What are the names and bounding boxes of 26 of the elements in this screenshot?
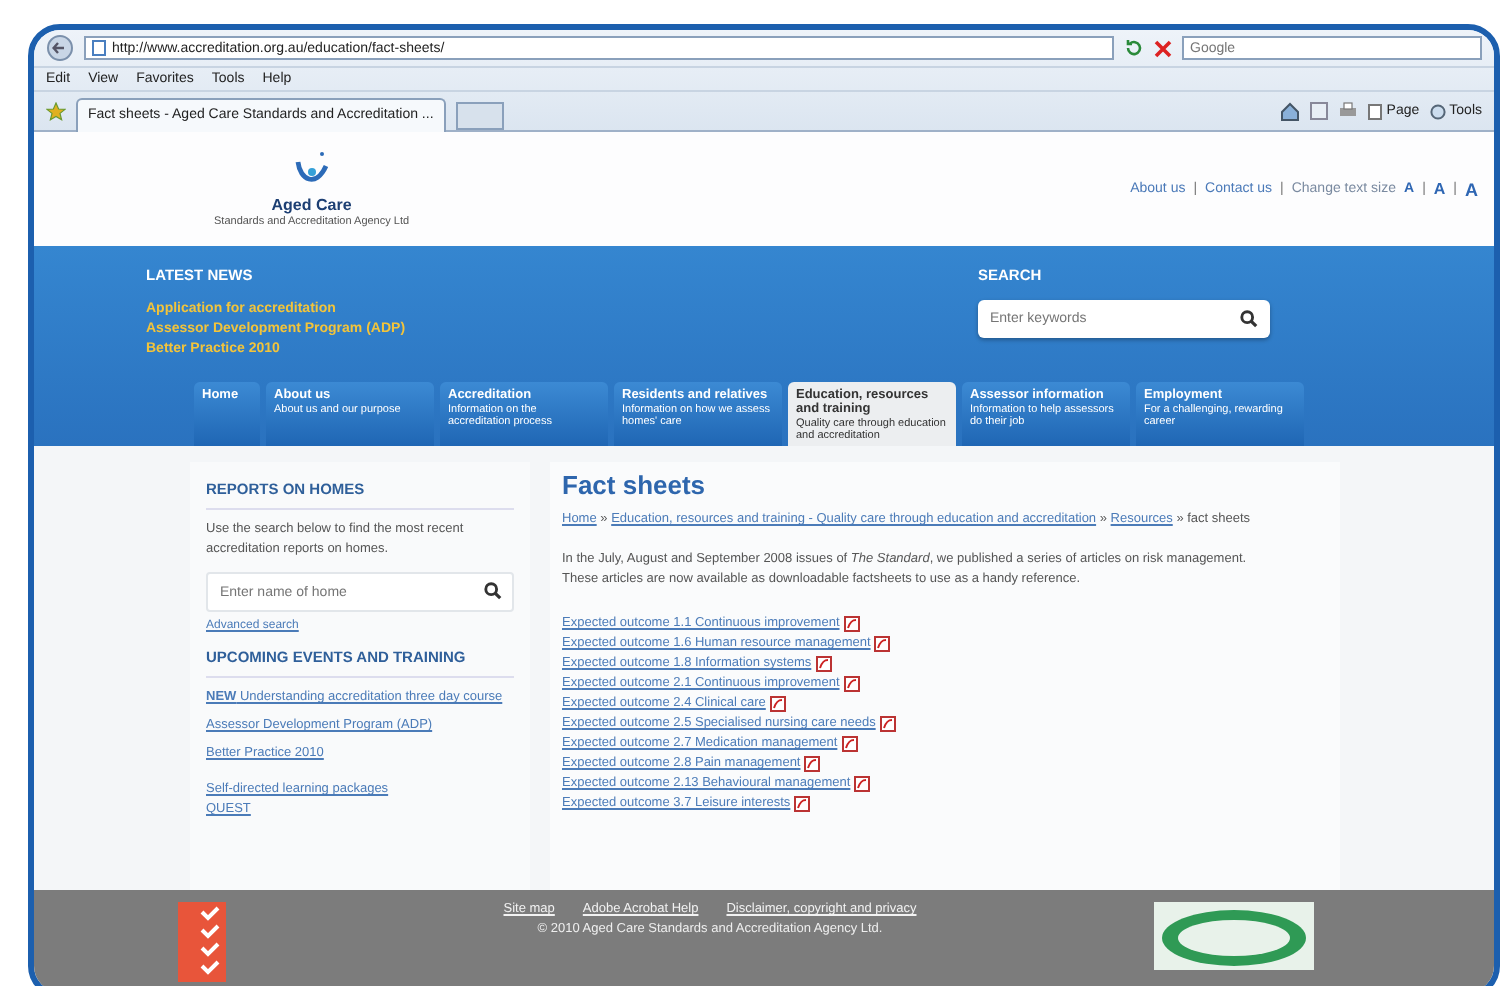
pdf-icon[interactable] bbox=[815, 656, 832, 672]
page-icon bbox=[1368, 103, 1383, 119]
close-icon[interactable] bbox=[1154, 39, 1172, 57]
pdf-icon[interactable] bbox=[843, 616, 860, 632]
refresh-icon[interactable] bbox=[1124, 38, 1144, 58]
checklist-badge-icon bbox=[178, 902, 226, 982]
text-size-link[interactable]: A bbox=[1465, 179, 1478, 199]
pdf-icon[interactable] bbox=[794, 796, 811, 812]
search-icon[interactable] bbox=[484, 582, 502, 600]
certification-logo-icon bbox=[1154, 902, 1314, 970]
pdf-icon[interactable] bbox=[843, 676, 860, 692]
logo-title: Aged Care bbox=[271, 196, 352, 214]
pdf-icon[interactable] bbox=[769, 696, 786, 712]
pdf-icon[interactable] bbox=[879, 716, 896, 732]
page-title: Fact sheets bbox=[562, 470, 708, 500]
pdf-icon[interactable] bbox=[804, 756, 821, 772]
pdf-icon[interactable] bbox=[874, 636, 891, 652]
text-size-link[interactable]: A bbox=[1433, 180, 1446, 198]
search-icon[interactable] bbox=[1240, 310, 1258, 328]
page-icon bbox=[92, 40, 106, 56]
star-icon[interactable] bbox=[46, 101, 66, 121]
pdf-icon[interactable] bbox=[854, 776, 871, 792]
home-icon[interactable] bbox=[1280, 101, 1301, 121]
pdf-icon[interactable] bbox=[841, 736, 858, 752]
print-icon[interactable] bbox=[1338, 102, 1359, 120]
back-button-icon[interactable] bbox=[46, 34, 74, 62]
